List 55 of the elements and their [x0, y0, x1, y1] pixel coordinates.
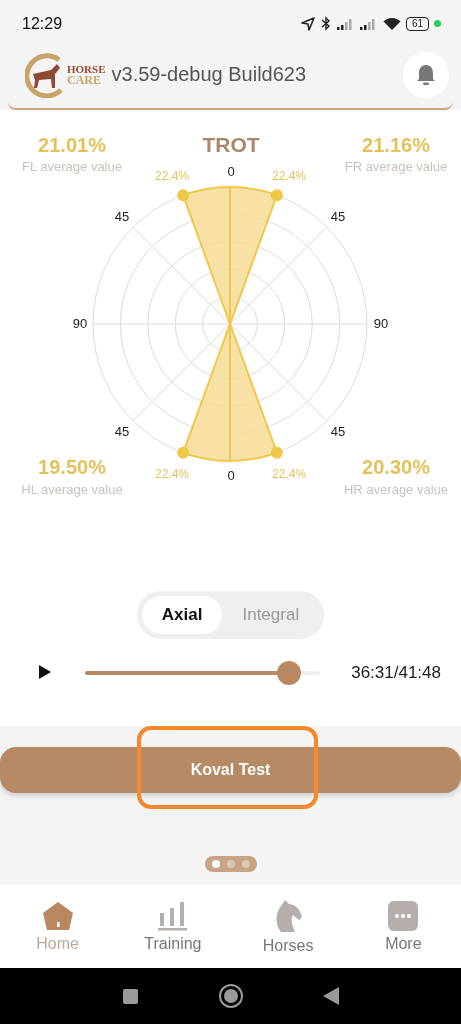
- view-tab[interactable]: Axial: [141, 595, 223, 634]
- angle-label: 45: [114, 208, 130, 224]
- battery-indicator: 61: [405, 16, 429, 31]
- back-icon: [321, 986, 340, 1007]
- logo-text: CARE: [67, 74, 101, 86]
- average-value: 20.30%: [362, 455, 430, 478]
- logo-text: HORSE: [67, 63, 106, 75]
- view-tab[interactable]: Integral: [222, 595, 320, 634]
- signal-icon: [336, 17, 355, 30]
- nav-tab[interactable]: Horses: [238, 898, 339, 955]
- angle-label: 45: [114, 423, 130, 439]
- signal-icon: [359, 17, 378, 30]
- app-version: v3.59-debug Build623: [111, 63, 307, 87]
- value-label: 22.4%: [155, 466, 189, 481]
- angle-label: 45: [330, 423, 346, 439]
- wifi-icon: [382, 16, 401, 31]
- average-value: 21.01%: [38, 133, 106, 156]
- data-point: [270, 189, 283, 202]
- angle-label: 90: [373, 315, 389, 331]
- notifications-button[interactable]: [403, 51, 449, 98]
- average-label: HR average value: [343, 481, 449, 497]
- value-label: 22.4%: [272, 168, 306, 183]
- bar-chart-icon: [157, 900, 188, 931]
- value-label: 22.4%: [272, 466, 306, 481]
- gait-title: TROT: [202, 132, 260, 156]
- page-dot[interactable]: [211, 859, 220, 868]
- average-label: FR average value: [344, 158, 448, 174]
- home-icon: [41, 900, 74, 931]
- average-value: 21.16%: [362, 133, 430, 156]
- playback-time: 36:31/41:48: [351, 662, 441, 683]
- nav-tab[interactable]: Training: [122, 900, 223, 953]
- angle-label: 90: [72, 315, 88, 331]
- bluetooth-icon: [319, 16, 332, 32]
- data-point: [270, 446, 283, 459]
- data-point: [177, 446, 190, 459]
- horse-button[interactable]: Koval Test: [0, 746, 461, 793]
- status-time: 12:29: [22, 14, 63, 33]
- more-icon: [388, 900, 419, 931]
- page-dot[interactable]: [226, 859, 235, 868]
- value-label: 22.4%: [155, 168, 189, 183]
- notification-dot-icon: [434, 20, 441, 28]
- page-dot[interactable]: [241, 859, 250, 868]
- data-point: [177, 189, 190, 202]
- bell-icon: [416, 63, 436, 86]
- nav-tab[interactable]: More: [353, 900, 454, 953]
- logo-icon: [25, 51, 65, 98]
- average-value: 19.50%: [38, 455, 106, 478]
- nav-tab[interactable]: Home: [7, 900, 108, 953]
- play-icon: [38, 663, 52, 680]
- location-icon: [300, 16, 315, 31]
- angle-label: 0: [227, 467, 235, 483]
- angle-label: 0: [227, 163, 235, 179]
- average-label: FL average value: [22, 158, 122, 174]
- average-label: HL average value: [21, 481, 123, 497]
- angle-label: 45: [330, 208, 346, 224]
